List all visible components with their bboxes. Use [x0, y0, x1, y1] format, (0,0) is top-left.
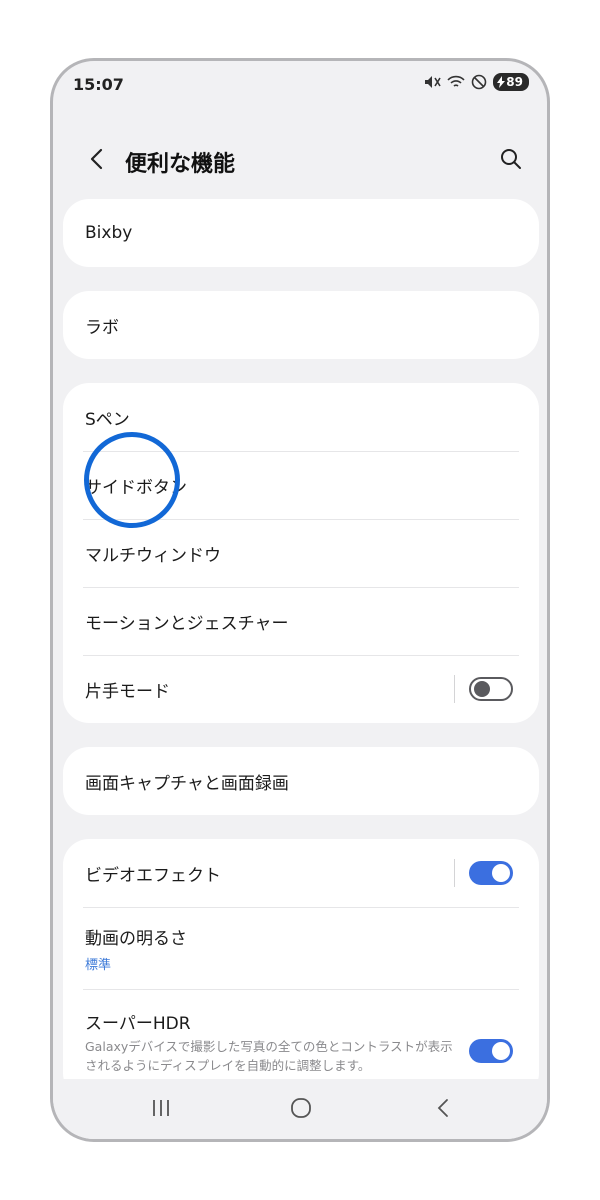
status-bar: 15:07 89: [53, 61, 547, 109]
setting-label: モーションとジェスチャー: [85, 613, 289, 634]
status-icons: 89: [423, 73, 529, 91]
chevron-left-icon: [89, 148, 103, 174]
toggle-group: [469, 1039, 513, 1063]
battery-level: 89: [506, 75, 523, 89]
recent-apps-icon: [150, 1099, 172, 1121]
toggle-group: [454, 859, 513, 887]
page-title: 便利な機能: [125, 152, 236, 177]
back-arrow-icon: [436, 1098, 450, 1122]
setting-multi-window[interactable]: マルチウィンドウ: [63, 519, 539, 587]
toggle-knob: [492, 864, 510, 882]
setting-label: Bixby: [85, 223, 133, 243]
one-handed-mode-toggle[interactable]: [469, 677, 513, 701]
setting-bixby[interactable]: Bixby: [63, 199, 539, 267]
home-icon: [290, 1097, 312, 1123]
phone-frame: 15:07 89 便利な機能 Bixby ラボ Sペン サイドボタン マルチウィ…: [50, 58, 550, 1142]
back-nav-button[interactable]: [423, 1095, 463, 1125]
divider: [454, 859, 455, 887]
toggle-knob: [474, 681, 490, 697]
setting-labs[interactable]: ラボ: [63, 291, 539, 359]
setting-one-handed-mode[interactable]: 片手モード: [63, 655, 539, 723]
mute-icon: [423, 74, 441, 90]
toggle-group: [454, 675, 513, 703]
setting-side-button[interactable]: サイドボタン: [63, 451, 539, 519]
setting-label: マルチウィンドウ: [85, 545, 221, 566]
toggle-knob: [492, 1042, 510, 1060]
settings-list: Bixby ラボ Sペン サイドボタン マルチウィンドウ モーションとジェスチャ…: [63, 199, 539, 1123]
battery-indicator: 89: [493, 73, 529, 91]
search-icon: [500, 148, 522, 174]
setting-label: サイドボタン: [85, 477, 187, 498]
setting-screenshots-recorder[interactable]: 画面キャプチャと画面録画: [63, 747, 539, 815]
search-button[interactable]: [495, 145, 527, 177]
card-labs: ラボ: [63, 291, 539, 359]
header: 便利な機能: [53, 139, 547, 183]
setting-text: スーパーHDR Galaxyデバイスで撮影した写真の全ての色とコントラストが表示…: [85, 1009, 455, 1075]
dnd-icon: [471, 74, 487, 90]
recent-apps-button[interactable]: [141, 1095, 181, 1125]
setting-video-brightness[interactable]: 動画の明るさ 標準: [63, 907, 539, 989]
wifi-icon: [447, 74, 465, 90]
card-bixby: Bixby: [63, 199, 539, 267]
setting-text: 動画の明るさ 標準: [85, 924, 187, 973]
back-button[interactable]: [81, 145, 111, 177]
setting-video-effects[interactable]: ビデオエフェクト: [63, 839, 539, 907]
card-input-controls: Sペン サイドボタン マルチウィンドウ モーションとジェスチャー 片手モード: [63, 383, 539, 723]
setting-label: 画面キャプチャと画面録画: [85, 773, 289, 794]
setting-s-pen[interactable]: Sペン: [63, 383, 539, 451]
setting-label: Sペン: [85, 409, 130, 430]
setting-label: 片手モード: [85, 681, 170, 702]
video-effects-toggle[interactable]: [469, 861, 513, 885]
setting-motions-gestures[interactable]: モーションとジェスチャー: [63, 587, 539, 655]
setting-label: ビデオエフェクト: [85, 865, 221, 886]
navigation-bar: [53, 1079, 547, 1139]
setting-value: 標準: [85, 957, 112, 973]
card-video: ビデオエフェクト 動画の明るさ 標準 スーパーHDR Galaxyデバイスで撮影…: [63, 839, 539, 1099]
setting-label: 動画の明るさ: [85, 928, 187, 949]
card-screenshots: 画面キャプチャと画面録画: [63, 747, 539, 815]
super-hdr-toggle[interactable]: [469, 1039, 513, 1063]
setting-label: スーパーHDR: [85, 1014, 191, 1034]
setting-description: Galaxyデバイスで撮影した写真の全ての色とコントラストが表示されるようにディ…: [85, 1039, 453, 1073]
status-time: 15:07: [73, 75, 124, 94]
charging-icon: [497, 76, 506, 88]
divider: [454, 675, 455, 703]
home-button[interactable]: [281, 1095, 321, 1125]
setting-label: ラボ: [85, 317, 119, 338]
